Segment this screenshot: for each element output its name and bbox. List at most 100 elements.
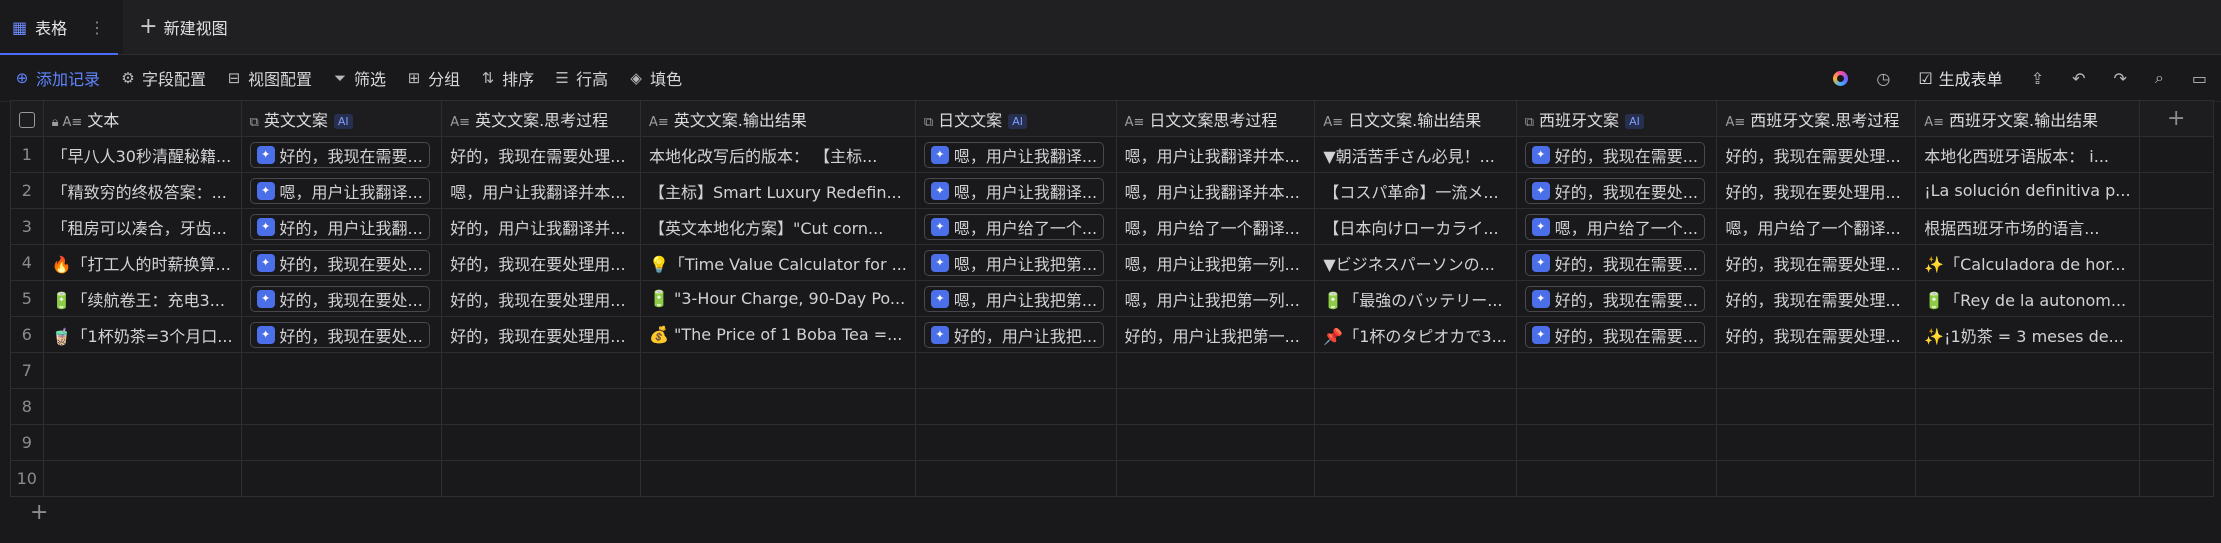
row-number[interactable]: 9 (10, 424, 44, 461)
table-cell[interactable] (1915, 460, 2140, 497)
column-header[interactable]: A≡ 西班牙文案.思考过程 (1716, 100, 1917, 137)
table-cell[interactable]: 💡「Time Value Calculator for ... (640, 244, 916, 281)
column-header[interactable]: ⧉ 日文文案 AI (914, 100, 1117, 137)
table-cell[interactable]: 🔥「打工人的时薪换算... (42, 244, 242, 281)
ai-result-chip[interactable]: ✦ 好的，我现在需要... (1524, 141, 1706, 168)
table-cell[interactable]: 【コスパ革命】一流メ... (1314, 172, 1517, 209)
table-cell[interactable] (42, 460, 242, 497)
table-cell[interactable]: 好的，我现在需要处理... (441, 136, 641, 173)
table-cell[interactable]: 【主标】Smart Luxury Redefin... (640, 172, 916, 209)
table-cell[interactable]: ✦ 好的，我现在需要... (240, 136, 443, 173)
generate-form-button[interactable]: ☑ 生成表单 (1918, 66, 2002, 90)
ai-result-chip[interactable]: ✦ 好的，用户让我把... (923, 321, 1105, 348)
table-cell[interactable] (1515, 388, 1718, 425)
table-cell[interactable]: 💰 "The Price of 1 Boba Tea =... (640, 316, 916, 353)
row-number[interactable]: 1 (10, 136, 44, 173)
add-column-button[interactable]: + (2138, 100, 2215, 137)
table-cell[interactable]: ✦ 好的，用户让我把... (914, 316, 1117, 353)
comment-icon[interactable]: ▭ (2192, 69, 2207, 88)
table-cell[interactable]: 好的，用户让我把第一... (1115, 316, 1316, 353)
table-cell[interactable]: 好的，我现在需要处理... (1716, 244, 1917, 281)
table-cell[interactable] (640, 352, 916, 389)
table-cell[interactable]: ✦ 好的，我现在要处... (1515, 172, 1718, 209)
row-number[interactable]: 6 (10, 316, 44, 353)
table-cell[interactable]: 根据西班牙市场的语言... (1915, 208, 2140, 245)
ai-result-chip[interactable]: ✦ 嗯，用户让我翻译... (249, 177, 430, 204)
table-cell[interactable] (240, 460, 443, 497)
table-cell[interactable]: 🧋「1杯奶茶=3个月口... (42, 316, 242, 353)
view-config-button[interactable]: ⊟ 视图配置 (226, 66, 312, 90)
column-header[interactable]: A≡ 英文文案.思考过程 (441, 100, 641, 137)
redo-icon[interactable]: ↷ (2114, 69, 2127, 88)
new-view-button[interactable]: + 新建视图 (139, 15, 227, 39)
table-cell[interactable] (1716, 352, 1917, 389)
table-cell[interactable]: 好的，我现在需要处理... (1716, 280, 1917, 317)
table-cell[interactable]: 嗯，用户让我翻译并本... (441, 172, 641, 209)
table-cell[interactable]: 好的，我现在需要处理... (1716, 316, 1917, 353)
table-cell[interactable]: 「租房可以凑合，牙齿... (42, 208, 242, 245)
column-header[interactable]: A≡ 日文文案思考过程 (1115, 100, 1316, 137)
table-cell[interactable]: ✦ 嗯，用户让我把第... (914, 280, 1117, 317)
ai-result-chip[interactable]: ✦ 好的，我现在需要... (1524, 249, 1706, 276)
column-header[interactable]: ⧉ 西班牙文案 AI (1515, 100, 1718, 137)
column-header[interactable]: 🔒︎ A≡ 文本 (42, 100, 242, 137)
table-cell[interactable] (914, 460, 1117, 497)
ai-result-chip[interactable]: ✦ 好的，我现在要处... (249, 321, 430, 348)
row-height-button[interactable]: ☰ 行高 (554, 66, 608, 90)
ai-result-chip[interactable]: ✦ 好的，用户让我翻... (249, 213, 430, 240)
ai-assistant-icon[interactable] (1833, 70, 1849, 86)
table-cell[interactable] (42, 388, 242, 425)
table-cell[interactable] (1915, 424, 2140, 461)
table-cell[interactable]: 好的，我现在要处理用... (441, 244, 641, 281)
table-cell[interactable]: ▼朝活苦手さん必見！... (1314, 136, 1517, 173)
table-cell[interactable] (441, 460, 641, 497)
table-cell[interactable] (441, 352, 641, 389)
table-cell[interactable]: 「精致穷的终极答案：... (42, 172, 242, 209)
row-number[interactable]: 10 (10, 460, 44, 497)
table-cell[interactable] (1515, 352, 1718, 389)
table-cell[interactable]: 嗯，用户给了一个翻译... (1115, 208, 1316, 245)
field-config-button[interactable]: ⚙ 字段配置 (120, 66, 206, 90)
table-cell[interactable]: ✦ 好的，我现在要处... (240, 280, 443, 317)
table-cell[interactable] (1515, 460, 1718, 497)
table-cell[interactable] (240, 424, 443, 461)
ai-result-chip[interactable]: ✦ 嗯，用户给了一个... (1524, 213, 1706, 240)
table-cell[interactable]: ✦ 好的，我现在要处... (240, 316, 443, 353)
table-cell[interactable]: 嗯，用户让我把第一列... (1115, 244, 1316, 281)
table-cell[interactable] (914, 352, 1117, 389)
table-cell[interactable]: 📌「1杯のタピオカで3... (1314, 316, 1517, 353)
ai-result-chip[interactable]: ✦ 嗯，用户让我把第... (923, 285, 1105, 312)
table-cell[interactable]: ✨¡1奶茶 = 3 meses de... (1915, 316, 2140, 353)
table-cell[interactable] (640, 460, 916, 497)
tab-table-view[interactable]: ▦ 表格 ⋮ (0, 0, 124, 54)
add-record-button[interactable]: ⊕ 添加记录 (14, 66, 100, 90)
table-cell[interactable] (1716, 388, 1917, 425)
table-cell[interactable] (1115, 424, 1316, 461)
table-cell[interactable]: ▼ビジネスパーソンの... (1314, 244, 1517, 281)
table-cell[interactable]: ✦ 好的，我现在要处... (240, 244, 443, 281)
row-number[interactable]: 7 (10, 352, 44, 389)
table-cell[interactable] (914, 424, 1117, 461)
ai-result-chip[interactable]: ✦ 嗯，用户让我翻译... (923, 177, 1105, 204)
table-cell[interactable]: 好的，用户让我翻译并... (441, 208, 641, 245)
filter-button[interactable]: ⏷ 筛选 (332, 66, 386, 90)
ai-result-chip[interactable]: ✦ 好的，我现在要处... (249, 249, 430, 276)
row-number[interactable]: 5 (10, 280, 44, 317)
table-cell[interactable]: 嗯，用户让我把第一列... (1115, 280, 1316, 317)
table-cell[interactable] (1115, 460, 1316, 497)
table-cell[interactable] (1314, 460, 1517, 497)
table-cell[interactable]: ✦ 嗯，用户让我翻译... (914, 136, 1117, 173)
ai-result-chip[interactable]: ✦ 好的，我现在要处... (1524, 177, 1706, 204)
table-cell[interactable]: 嗯，用户让我翻译并本... (1115, 136, 1316, 173)
table-cell[interactable] (240, 388, 443, 425)
table-cell[interactable]: ✦ 嗯，用户让我把第... (914, 244, 1117, 281)
ai-result-chip[interactable]: ✦ 好的，我现在需要... (1524, 285, 1706, 312)
table-cell[interactable]: 🔋「续航卷王：充电3... (42, 280, 242, 317)
fill-color-button[interactable]: ◈ 填色 (628, 66, 682, 90)
table-cell[interactable]: ✦ 嗯，用户给了一个... (1515, 208, 1718, 245)
table-cell[interactable]: ✦ 好的，我现在需要... (1515, 136, 1718, 173)
share-icon[interactable]: ⇪ (2031, 69, 2044, 88)
table-cell[interactable] (1915, 352, 2140, 389)
add-row-button[interactable]: + (30, 500, 48, 525)
table-cell[interactable]: 好的，我现在要处理用... (1716, 172, 1917, 209)
